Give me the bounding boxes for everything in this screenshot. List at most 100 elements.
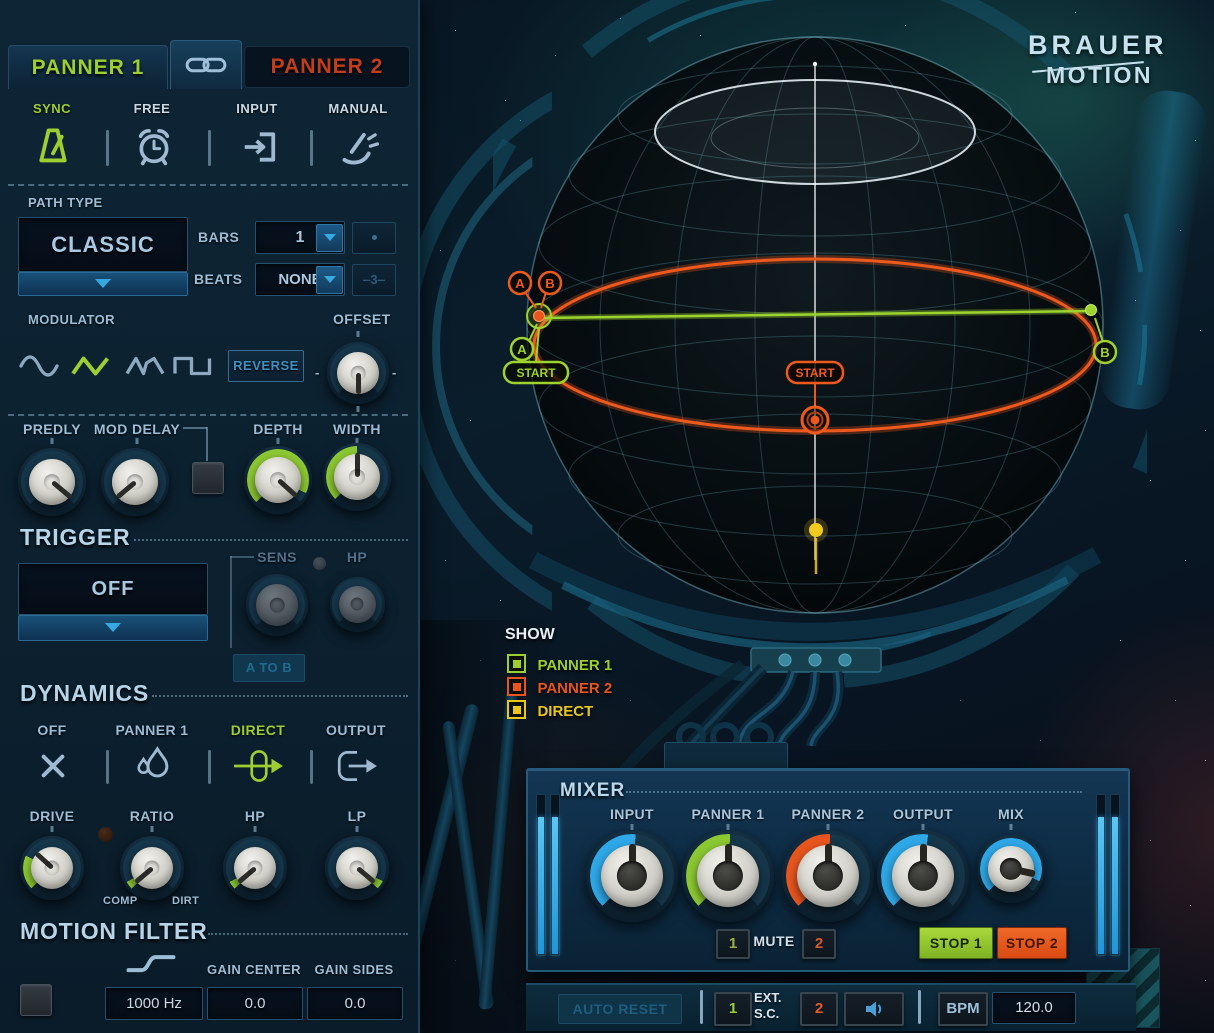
free-mode-button[interactable] — [134, 126, 174, 173]
path-type-value[interactable]: CLASSIC — [18, 217, 188, 272]
dyn-direct-label: DIRECT — [230, 722, 286, 738]
trigger-hp-knob[interactable] — [329, 576, 385, 632]
bars-dropdown-arrow[interactable] — [316, 224, 343, 252]
lp-knob[interactable] — [325, 836, 389, 900]
gain-center-label: GAIN CENTER — [207, 962, 301, 977]
mixer-input-knob[interactable] — [585, 829, 679, 923]
drive-knob[interactable] — [20, 836, 84, 900]
direct-marker[interactable] — [804, 518, 828, 574]
dyn-output-label: OUTPUT — [326, 722, 386, 738]
dot-icon — [371, 235, 377, 240]
panner1-path[interactable] — [538, 309, 1092, 320]
brand-logo: BRAUER — [1028, 30, 1168, 60]
offset-knob[interactable] — [327, 342, 389, 404]
mixer-panner2-label: PANNER 2 — [791, 806, 865, 822]
bpm-value-field[interactable]: 120.0 — [992, 992, 1076, 1024]
dyn-output-button[interactable] — [334, 748, 380, 789]
a-to-b-button[interactable]: A TO B — [233, 654, 305, 682]
auto-reset-button[interactable]: AUTO RESET — [558, 994, 682, 1024]
water-drops-icon — [137, 746, 169, 778]
bpm-button[interactable]: BPM — [938, 992, 988, 1026]
dyn-panner1-button[interactable] — [134, 744, 172, 791]
mixer-panner1-label: PANNER 1 — [691, 806, 765, 822]
hp-knob[interactable] — [223, 836, 287, 900]
mute-2-button[interactable]: 2 — [802, 929, 836, 959]
mixer-mix-knob[interactable] — [976, 834, 1046, 904]
width-knob[interactable] — [322, 442, 392, 512]
stop-1-button[interactable]: STOP 1 — [919, 927, 993, 959]
mod-delay-label: MOD DELAY — [93, 421, 181, 437]
panner2-position-marker[interactable] — [800, 405, 830, 435]
mixer-panner2-knob[interactable] — [781, 829, 875, 923]
show-label: SHOW — [505, 626, 555, 643]
sync-mode-button[interactable] — [34, 126, 72, 173]
chevron-down-icon — [323, 276, 336, 283]
knob-tick — [355, 826, 359, 832]
sens-knob[interactable] — [246, 574, 308, 636]
beats-value[interactable]: NONE — [255, 263, 345, 296]
reverse-button[interactable]: REVERSE — [228, 350, 304, 382]
gain-center-field[interactable]: 0.0 — [207, 987, 303, 1020]
knob-tick — [253, 826, 257, 832]
dyn-off-label: OFF — [37, 722, 67, 738]
panner2-start-label[interactable]: START — [785, 360, 845, 405]
beats-triplet-button[interactable]: ‒3‒ — [352, 264, 396, 296]
wave-triangle-button[interactable] — [70, 350, 112, 387]
show-direct-checkbox[interactable] — [507, 700, 526, 719]
sphere-latitude-grid — [526, 65, 1104, 585]
wave-saw-button[interactable] — [124, 350, 166, 387]
depth-label: DEPTH — [253, 421, 303, 437]
show-panner2-label: PANNER 2 — [537, 680, 613, 697]
mixer-panner1-knob[interactable] — [681, 829, 775, 923]
ext-sc-2-button[interactable]: 2 — [800, 992, 838, 1026]
bars-dot-button[interactable] — [352, 222, 396, 254]
path-type-dropdown[interactable] — [18, 272, 188, 296]
knob-tick — [276, 438, 280, 444]
predly-knob[interactable] — [17, 447, 87, 517]
gain-sides-field[interactable]: 0.0 — [307, 987, 403, 1020]
sc-monitor-button[interactable] — [844, 992, 904, 1026]
wave-square-button[interactable] — [172, 350, 214, 387]
manual-label: MANUAL — [328, 101, 388, 116]
show-direct-toggle[interactable]: DIRECT — [507, 700, 593, 724]
show-panner2-checkbox[interactable] — [507, 677, 526, 696]
axis-top-dot — [812, 61, 818, 67]
input-meter-right — [550, 794, 560, 956]
link-panners-button[interactable] — [170, 40, 242, 89]
motion-filter-enable-checkbox[interactable] — [20, 984, 52, 1016]
chevron-down-icon — [105, 623, 121, 632]
header-divider — [152, 695, 408, 697]
dyn-direct-button[interactable] — [232, 748, 286, 789]
show-panner2-toggle[interactable]: PANNER 2 — [507, 677, 612, 701]
wave-sine-button[interactable] — [18, 350, 60, 387]
depth-knob[interactable] — [243, 445, 313, 515]
mute-1-button[interactable]: 1 — [716, 929, 750, 959]
mod-delay-knob[interactable] — [100, 447, 170, 517]
input-label: INPUT — [236, 101, 278, 116]
ratio-knob[interactable] — [120, 836, 184, 900]
ext-sc-1-button[interactable]: 1 — [714, 992, 752, 1026]
mixer-output-knob[interactable] — [876, 829, 970, 923]
bars-value[interactable]: 1 — [255, 221, 345, 254]
tab-panner2[interactable]: PANNER 2 — [244, 46, 410, 88]
mod-delay-link-checkbox[interactable] — [192, 462, 224, 494]
trigger-dropdown[interactable] — [18, 615, 208, 641]
dyn-off-button[interactable] — [37, 750, 69, 787]
saw-wave-icon — [125, 356, 165, 376]
knob-tick — [1009, 824, 1013, 830]
tab-panner1[interactable]: PANNER 1 — [8, 45, 168, 89]
knob-tick — [356, 331, 360, 337]
stop-2-button[interactable]: STOP 2 — [997, 927, 1067, 959]
input-mode-button[interactable] — [240, 127, 278, 172]
beats-dropdown-arrow[interactable] — [316, 266, 343, 294]
divider — [208, 750, 211, 784]
triangle-wave-icon — [71, 356, 110, 376]
link-icon — [185, 57, 227, 73]
trigger-mode-value[interactable]: OFF — [18, 563, 208, 615]
show-panner1-toggle[interactable]: PANNER 1 — [507, 654, 612, 678]
show-panner1-checkbox[interactable] — [507, 654, 526, 673]
panner2-path[interactable] — [532, 257, 1098, 433]
output-meter-left — [1096, 794, 1106, 956]
filter-freq-field[interactable]: 1000 Hz — [105, 987, 203, 1020]
manual-mode-button[interactable] — [338, 127, 380, 172]
